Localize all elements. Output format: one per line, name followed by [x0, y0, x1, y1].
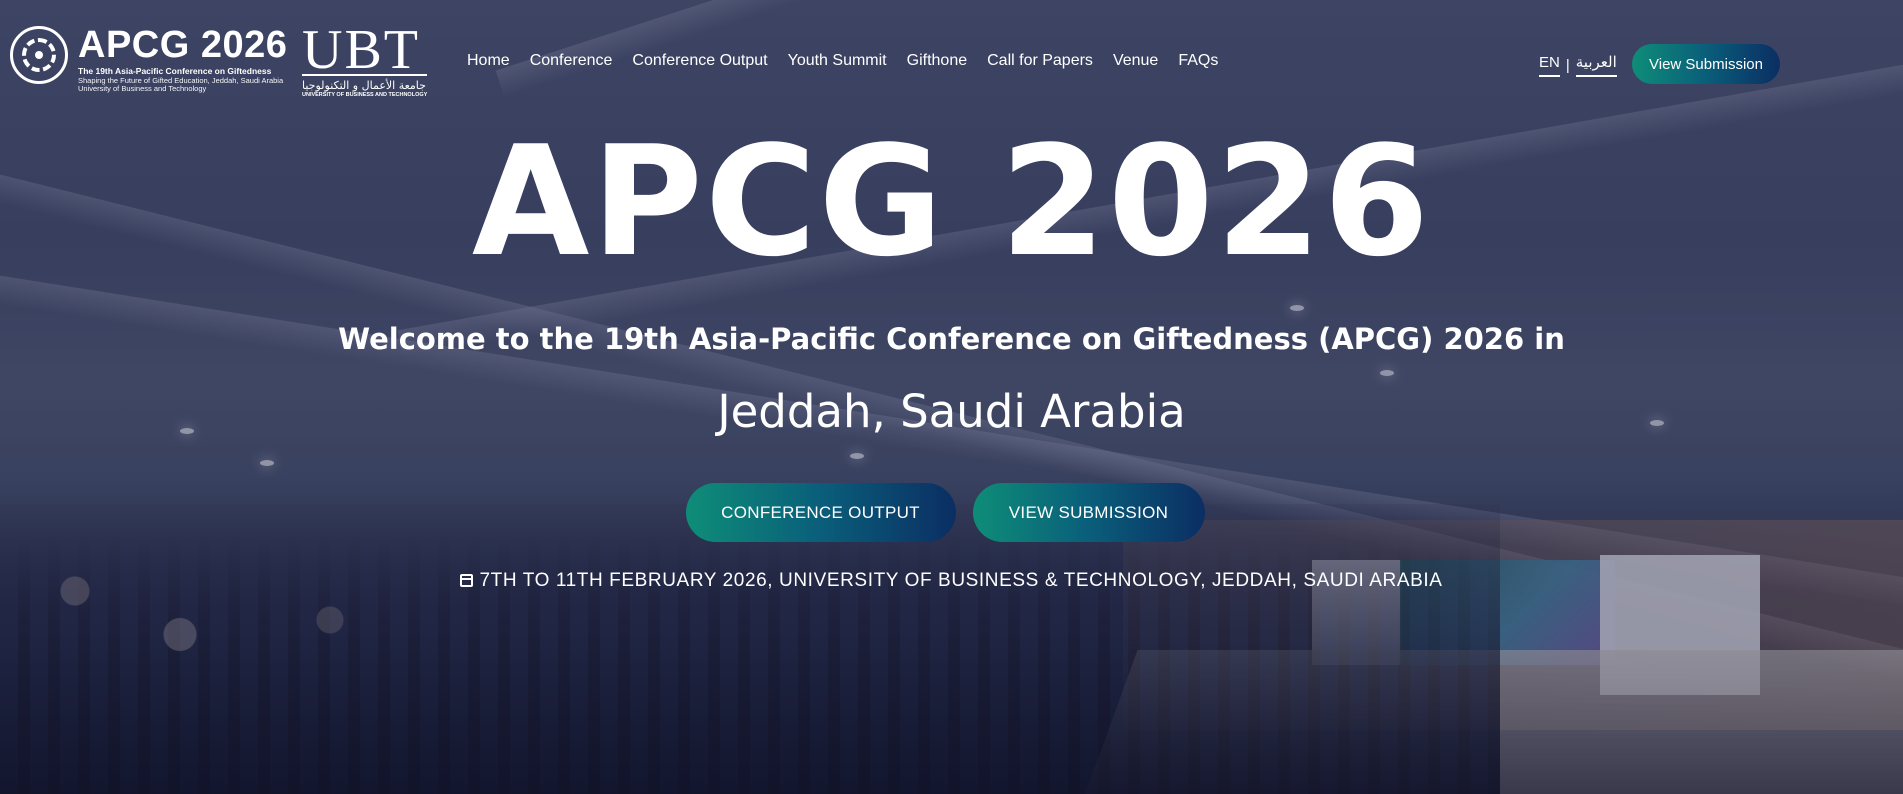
apcg-emblem-icon: [10, 26, 68, 84]
nav-gifthone[interactable]: Gifthone: [907, 52, 967, 70]
hero-title: APCG 2026: [471, 113, 1432, 290]
view-submission-header-button[interactable]: View Submission: [1632, 44, 1780, 84]
nav-call-for-papers[interactable]: Call for Papers: [987, 52, 1093, 70]
lang-en[interactable]: EN: [1539, 54, 1560, 77]
nav-conference-output[interactable]: Conference Output: [632, 52, 767, 70]
site-header: APCG 2026 The 19th Asia-Pacific Conferen…: [0, 0, 1903, 120]
hero-location: Jeddah, Saudi Arabia: [717, 385, 1186, 438]
ubt-logo-arabic: جامعة الأعمال و التكنولوجيا: [302, 79, 426, 92]
hero-buttons: CONFERENCE OUTPUT VIEW SUBMISSION: [0, 483, 1903, 542]
logo-university: University of Business and Technology: [78, 84, 207, 93]
lang-ar[interactable]: العربية: [1575, 53, 1617, 77]
ubt-logo-text: UBT: [302, 22, 428, 78]
nav-conference[interactable]: Conference: [530, 52, 613, 70]
language-switcher: EN | العربية: [1539, 53, 1617, 77]
nav-youth-summit[interactable]: Youth Summit: [788, 52, 887, 70]
event-date-text: 7TH TO 11TH FEBRUARY 2026, UNIVERSITY OF…: [479, 570, 1443, 591]
logo-subtitle: The 19th Asia-Pacific Conference on Gift…: [78, 66, 272, 76]
hero-welcome-text: Welcome to the 19th Asia-Pacific Confere…: [338, 322, 1565, 356]
nav-venue[interactable]: Venue: [1113, 52, 1158, 70]
view-submission-button[interactable]: VIEW SUBMISSION: [972, 483, 1205, 542]
event-date-line: 7TH TO 11TH FEBRUARY 2026, UNIVERSITY OF…: [0, 570, 1903, 592]
calendar-icon: [460, 574, 474, 587]
nav-home[interactable]: Home: [467, 52, 510, 70]
lang-separator: |: [1565, 56, 1570, 74]
apcg-logo[interactable]: APCG 2026 The 19th Asia-Pacific Conferen…: [10, 26, 287, 93]
logo-tagline: Shaping the Future of Gifted Education, …: [78, 75, 284, 85]
ubt-logo-english: UNIVERSITY OF BUSINESS AND TECHNOLOGY: [302, 92, 428, 98]
nav-faqs[interactable]: FAQs: [1178, 52, 1218, 70]
logo-title: APCG 2026: [78, 24, 288, 66]
conference-output-button[interactable]: CONFERENCE OUTPUT: [685, 483, 956, 542]
main-nav: Home Conference Conference Output Youth …: [467, 52, 1238, 70]
ubt-logo[interactable]: UBT جامعة الأعمال و التكنولوجيا UNIVERSI…: [302, 22, 428, 98]
